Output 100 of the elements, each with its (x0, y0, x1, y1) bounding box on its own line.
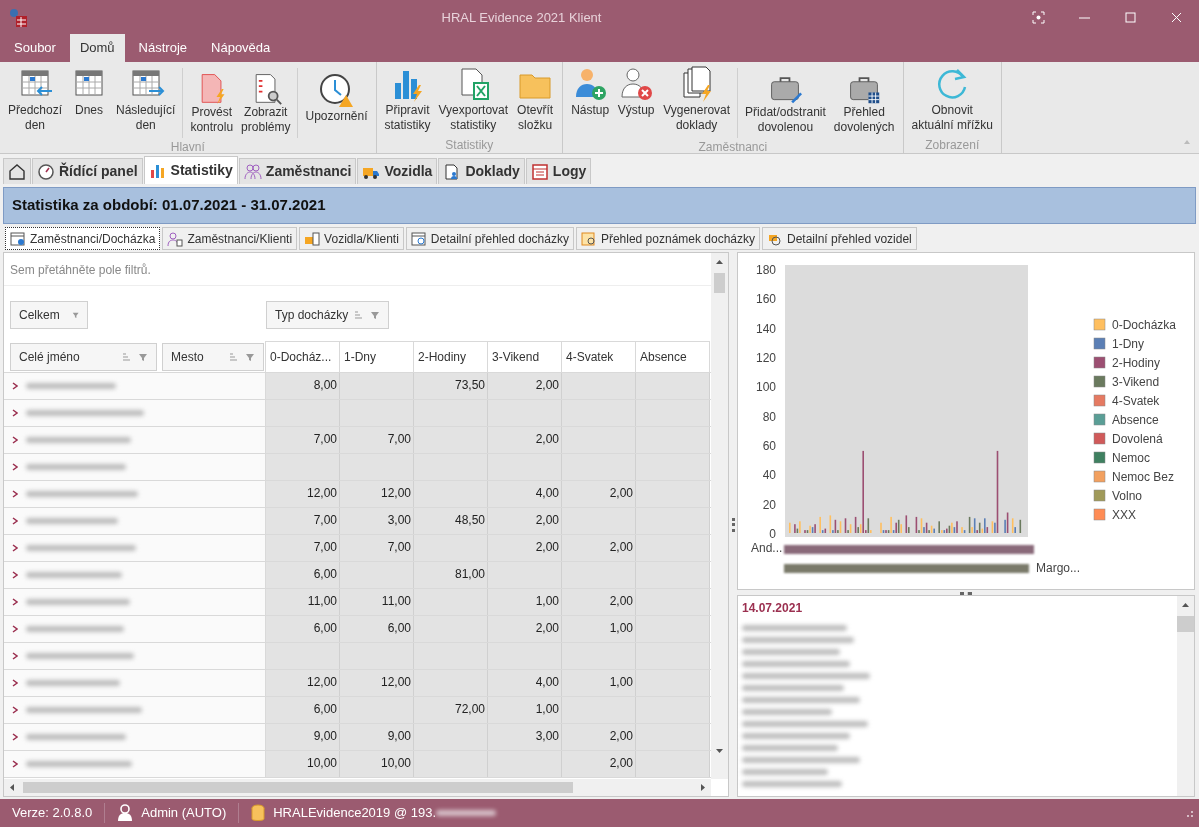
sub-tab[interactable]: Detailní přehled vozidel (762, 227, 917, 250)
database-label: HRALEvidence2019 @ 193. (273, 804, 437, 823)
table-cell: 2,00 (562, 535, 636, 561)
ribbon-button[interactable]: Provést kontrolu (186, 68, 238, 138)
table-cell: 11,00 (266, 589, 340, 615)
table-cell: 6,00 (340, 616, 414, 642)
scroll-thumb[interactable] (23, 782, 573, 793)
table-cell: 7,00 (266, 427, 340, 453)
main-tab[interactable]: Zaměstnanci (238, 158, 357, 184)
ribbon-tab[interactable]: Nápověda (201, 33, 281, 62)
expand-icon[interactable] (12, 706, 18, 714)
table-cell: 7,00 (266, 508, 340, 534)
table-cell: 2,00 (562, 751, 636, 777)
screen-capture-icon[interactable] (1029, 9, 1047, 26)
ribbon-button[interactable]: Dnes (66, 62, 113, 138)
calendar-magnifier-icon (410, 230, 427, 247)
ribbon-button[interactable]: Připravit statistiky (380, 62, 435, 136)
scroll-thumb[interactable] (714, 273, 725, 294)
ribbon-button[interactable]: Vygenerovat doklady (659, 62, 735, 138)
group-label: Hlavní (169, 139, 206, 156)
ribbon-button[interactable]: Následující den (112, 62, 180, 138)
column-field-button[interactable]: Typ docházky (266, 301, 390, 329)
expand-icon[interactable] (12, 436, 18, 444)
data-field-button[interactable]: Celkem (10, 301, 88, 329)
scroll-thumb[interactable] (1177, 616, 1194, 633)
expand-icon[interactable] (12, 625, 18, 633)
table-cell: 48,50 (414, 508, 488, 534)
ribbon-tab[interactable]: Nástroje (128, 33, 198, 62)
expand-icon[interactable] (12, 544, 18, 552)
ribbon-tab[interactable]: Soubor (4, 33, 66, 62)
list-window-icon (530, 162, 549, 181)
sub-tab[interactable]: Zaměstnanci/Klienti (162, 227, 298, 250)
row-field-button[interactable]: Celé jméno (10, 343, 157, 371)
ribbon-button[interactable]: Zobrazit problémy (237, 68, 295, 138)
table-cell: 1,00 (562, 670, 636, 696)
filter-icon[interactable] (370, 310, 381, 320)
ribbon-button[interactable]: Otevřít složku (512, 62, 559, 136)
sub-tab[interactable]: Detailní přehled docházky (405, 227, 574, 250)
expand-icon[interactable] (12, 733, 18, 741)
expand-icon[interactable] (12, 652, 18, 660)
filter-icon[interactable] (245, 352, 255, 362)
ribbon-button[interactable]: Obnovit aktuální mřížku (907, 62, 997, 136)
table-cell: 12,00 (266, 481, 340, 507)
filter-icon[interactable] (138, 352, 148, 362)
user-label: Admin (AUTO) (141, 804, 227, 823)
filter-icon[interactable] (71, 310, 79, 320)
row-field-button[interactable]: Mesto (162, 343, 264, 371)
table-cell: 6,00 (266, 616, 340, 642)
notes-magnifier-icon (580, 230, 597, 247)
sub-tab[interactable]: Zaměstnanci/Docházka (5, 227, 161, 250)
expand-icon[interactable] (12, 679, 18, 687)
table-cell: 7,00 (340, 427, 414, 453)
axis-tick-label: 80 (762, 409, 776, 424)
window-title: HRAL Evidence 2021 Klient (440, 8, 603, 27)
people-icon (243, 162, 262, 181)
legend-label: Volno (1112, 489, 1143, 503)
ribbon-button[interactable]: Přehled dovolených (829, 68, 899, 138)
legend-label: 3-Vikend (1112, 375, 1160, 389)
expand-icon[interactable] (12, 490, 18, 498)
expand-icon[interactable] (12, 463, 18, 471)
table-cell: 11,00 (340, 589, 414, 615)
ribbon-button[interactable]: Nástup (567, 62, 614, 138)
expand-icon[interactable] (12, 409, 18, 417)
table-cell: 2,00 (562, 589, 636, 615)
ribbon-button[interactable]: Výstup (613, 62, 660, 138)
ribbon-button[interactable]: Přidat/odstranit dovolenou (741, 68, 830, 138)
axis-tick-label: 140 (755, 321, 776, 336)
ribbon-button[interactable]: Vyexportovat statistiky (434, 62, 513, 136)
main-tab[interactable] (3, 158, 31, 184)
legend-label: 4-Svatek (1112, 394, 1160, 408)
main-tab[interactable]: Statistiky (143, 156, 238, 184)
ribbon-button[interactable]: Upozornění (301, 68, 372, 138)
axis-category-label: And... (751, 541, 783, 555)
table-cell: 6,00 (266, 562, 340, 588)
expand-icon[interactable] (12, 760, 18, 768)
group-label: Zaměstnanci (697, 139, 769, 156)
group-label: Zobrazení (924, 137, 981, 154)
table-cell: 9,00 (266, 724, 340, 750)
table-cell: 1,00 (488, 697, 562, 723)
sub-tab[interactable]: Přehled poznámek docházky (575, 227, 760, 250)
expand-icon[interactable] (12, 517, 18, 525)
legend-label: 0-Docházka (1112, 318, 1177, 332)
table-cell: 7,00 (340, 535, 414, 561)
table-cell: 3,00 (340, 508, 414, 534)
table-cell: 4,00 (488, 670, 562, 696)
main-tab[interactable]: Řídící panel (32, 158, 143, 184)
main-tab[interactable]: Doklady (438, 158, 525, 184)
ribbon-tab[interactable]: Domů (69, 33, 125, 62)
table-cell: 81,00 (414, 562, 488, 588)
expand-icon[interactable] (12, 382, 18, 390)
main-tab[interactable]: Vozidla (357, 158, 438, 184)
expand-icon[interactable] (12, 598, 18, 606)
sub-tab[interactable]: Vozidla/Klienti (299, 227, 404, 250)
legend-label: Dovolená (1112, 432, 1163, 446)
database-icon (251, 804, 266, 822)
ribbon-button[interactable]: Předchozí den (4, 62, 67, 138)
axis-tick-label: 100 (755, 380, 776, 395)
expand-icon[interactable] (12, 571, 18, 579)
axis-tick-label: 60 (762, 439, 776, 453)
main-tab[interactable]: Logy (525, 158, 592, 184)
